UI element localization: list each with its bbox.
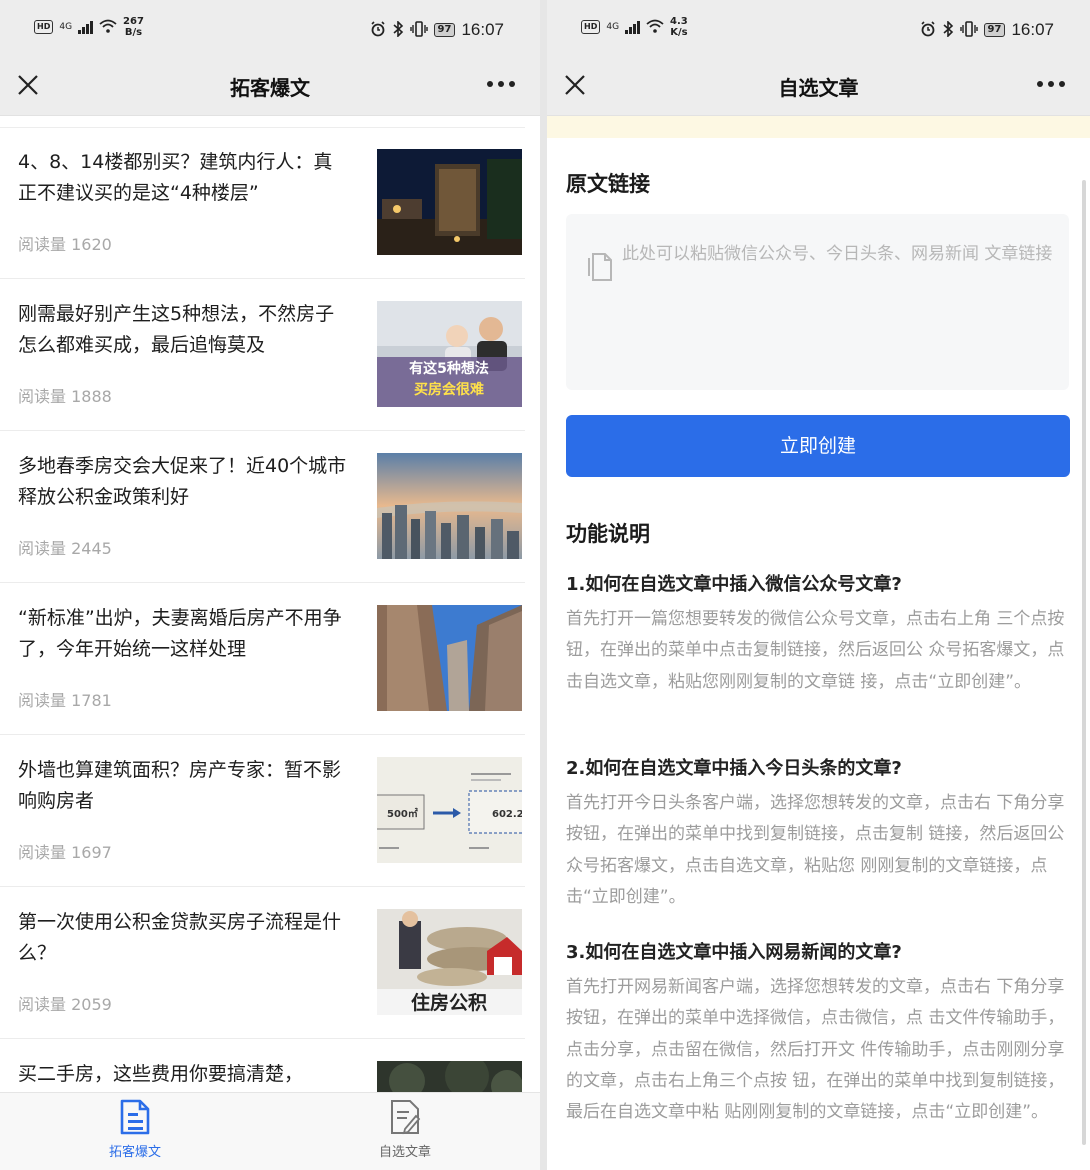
bottom-nav: 拓客爆文 自选文章 — [0, 1092, 540, 1170]
read-count: 阅读量 1697 — [18, 843, 112, 862]
article-thumbnail: 500㎡ 602.2r — [377, 757, 522, 863]
article-item[interactable]: 第一次使用公积金贷款买房子流程是什么？ 阅读量 2059 住房公积 — [0, 887, 540, 1039]
page-title: 自选文章 — [778, 76, 859, 100]
network-speed: 4.3 K/s — [670, 16, 688, 38]
status-bar: HD 4G 4.3 K/s 97 16:07 — [547, 0, 1090, 60]
bluetooth-icon — [942, 19, 954, 40]
link-input[interactable]: 此处可以粘贴微信公众号、今日头条、网易新闻 文章链接 — [566, 214, 1069, 390]
page-title: 拓客爆文 — [230, 76, 310, 100]
thumbnail-caption: 有这5种想法 — [409, 360, 489, 377]
speed-unit: B/s — [124, 27, 143, 38]
help-answer: 首先打开网易新闻客户端，选择您想转发的文章，点击右 下角分享按钮，在弹出的菜单中… — [566, 977, 1065, 1123]
read-count: 阅读量 2059 — [18, 995, 112, 1014]
help-answer: 首先打开一篇您想要转发的微信公众号文章，点击右上角 三个点按钮，在弹出的菜单中点… — [566, 609, 1065, 692]
clock: 16:07 — [1011, 20, 1054, 39]
clock: 16:07 — [461, 20, 504, 39]
battery-indicator: 97 — [983, 23, 1006, 37]
link-input-placeholder: 此处可以粘贴微信公众号、今日头条、网易新闻 文章链接 — [622, 244, 1053, 264]
thumbnail-caption: 买房会很难 — [414, 381, 484, 398]
article-item[interactable]: 刚需最好别产生这5种想法，不然房子怎么都难买成，最后追悔莫及 阅读量 1888 … — [0, 279, 540, 431]
article-title: 刚需最好别产生这5种想法，不然房子怎么都难买成，最后追悔莫及 — [18, 303, 335, 356]
link-section-title: 原文链接 — [566, 172, 650, 196]
article-item[interactable]: 外墙也算建筑面积？房产专家：暂不影响购房者 阅读量 1697 500㎡ 602.… — [0, 735, 540, 887]
thumbnail-label: 500㎡ — [387, 807, 418, 820]
read-count: 阅读量 2445 — [18, 539, 112, 558]
article-thumbnail — [377, 453, 522, 559]
article-title: “新标准”出炉，夫妻离婚后房产不用争了，今年开始统一这样处理 — [18, 607, 342, 660]
read-count: 阅读量 1620 — [18, 235, 112, 254]
status-bar: HD 4G 267 B/s 97 16:07 — [0, 0, 540, 60]
article-thumbnail — [377, 605, 522, 711]
vibrate-icon — [959, 20, 978, 40]
read-count: 阅读量 1781 — [18, 691, 112, 710]
nav-item-trending[interactable]: 拓客爆文 — [75, 1099, 195, 1160]
wifi-icon — [99, 19, 117, 35]
article-title: 多地春季房交会大促来了！近40个城市释放公积金政策利好 — [18, 455, 347, 508]
nav-label: 拓客爆文 — [108, 1145, 161, 1160]
more-icon[interactable] — [1036, 80, 1066, 88]
article-thumbnail: 住房公积 — [377, 909, 522, 1015]
title-bar: 自选文章 — [547, 60, 1090, 116]
article-item[interactable]: “新标准”出炉，夫妻离婚后房产不用争了，今年开始统一这样处理 阅读量 1781 — [0, 583, 540, 735]
article-title: 第一次使用公积金贷款买房子流程是什么？ — [18, 911, 342, 964]
article-title: 外墙也算建筑面积？房产专家：暂不影响购房者 — [18, 759, 342, 812]
article-title: 买二手房，这些费用你要搞清楚， — [18, 1063, 304, 1085]
more-icon[interactable] — [486, 80, 516, 88]
network-speed: 267 B/s — [123, 16, 144, 38]
hd-indicator: HD — [581, 20, 601, 34]
help-section-title: 功能说明 — [566, 522, 650, 546]
left-screen: HD 4G 267 B/s 97 16:07 拓客爆文 4、8、14楼都别买？建… — [0, 0, 540, 1170]
article-thumbnail: 有这5种想法 买房会很难 — [377, 301, 522, 407]
help-question: 1.如何在自选文章中插入微信公众号文章? — [566, 574, 902, 595]
speed-value: 4.3 — [670, 16, 688, 27]
signal-icon — [625, 20, 641, 34]
battery-indicator: 97 — [433, 23, 456, 37]
alarm-icon — [920, 20, 936, 40]
bluetooth-icon — [392, 19, 404, 40]
right-screen: HD 4G 4.3 K/s 97 16:07 自选文章 原文链接 此处可以粘贴微… — [547, 0, 1090, 1170]
article-title: 4、8、14楼都别买？建筑内行人：真正不建议买的是这“4种楼层” — [18, 151, 333, 204]
vibrate-icon — [409, 20, 428, 40]
nav-item-custom-article[interactable]: 自选文章 — [345, 1099, 465, 1160]
notice-strip — [547, 116, 1090, 138]
help-answer: 首先打开今日头条客户端，选择您想转发的文章，点击右 下角分享按钮，在弹出的菜单中… — [566, 793, 1065, 907]
screen-divider — [540, 0, 547, 1170]
speed-unit: K/s — [670, 27, 688, 38]
help-question: 2.如何在自选文章中插入今日头条的文章? — [566, 758, 902, 779]
scrollbar[interactable] — [1082, 180, 1086, 1145]
speed-value: 267 — [123, 16, 144, 27]
edit-document-icon — [391, 1100, 421, 1135]
thumbnail-caption: 住房公积 — [411, 991, 487, 1014]
document-icon — [120, 1099, 150, 1135]
create-button[interactable]: 立即创建 — [566, 415, 1070, 477]
nav-label: 自选文章 — [378, 1145, 431, 1160]
paste-icon — [588, 253, 612, 281]
article-item[interactable]: 4、8、14楼都别买？建筑内行人：真正不建议买的是这“4种楼层” 阅读量 162… — [0, 127, 540, 279]
signal-icon — [78, 20, 94, 34]
title-bar: 拓客爆文 — [0, 60, 540, 116]
article-item[interactable]: 多地春季房交会大促来了！近40个城市释放公积金政策利好 阅读量 2445 — [0, 431, 540, 583]
hd-indicator: HD — [34, 20, 54, 34]
network-type-label: 4G — [606, 22, 620, 32]
article-thumbnail — [377, 149, 522, 255]
help-question: 3.如何在自选文章中插入网易新闻的文章? — [566, 942, 902, 963]
alarm-icon — [370, 20, 386, 40]
wifi-icon — [646, 19, 664, 35]
read-count: 阅读量 1888 — [18, 387, 112, 406]
thumbnail-label: 602.2r — [492, 809, 522, 820]
network-type-label: 4G — [59, 22, 73, 32]
